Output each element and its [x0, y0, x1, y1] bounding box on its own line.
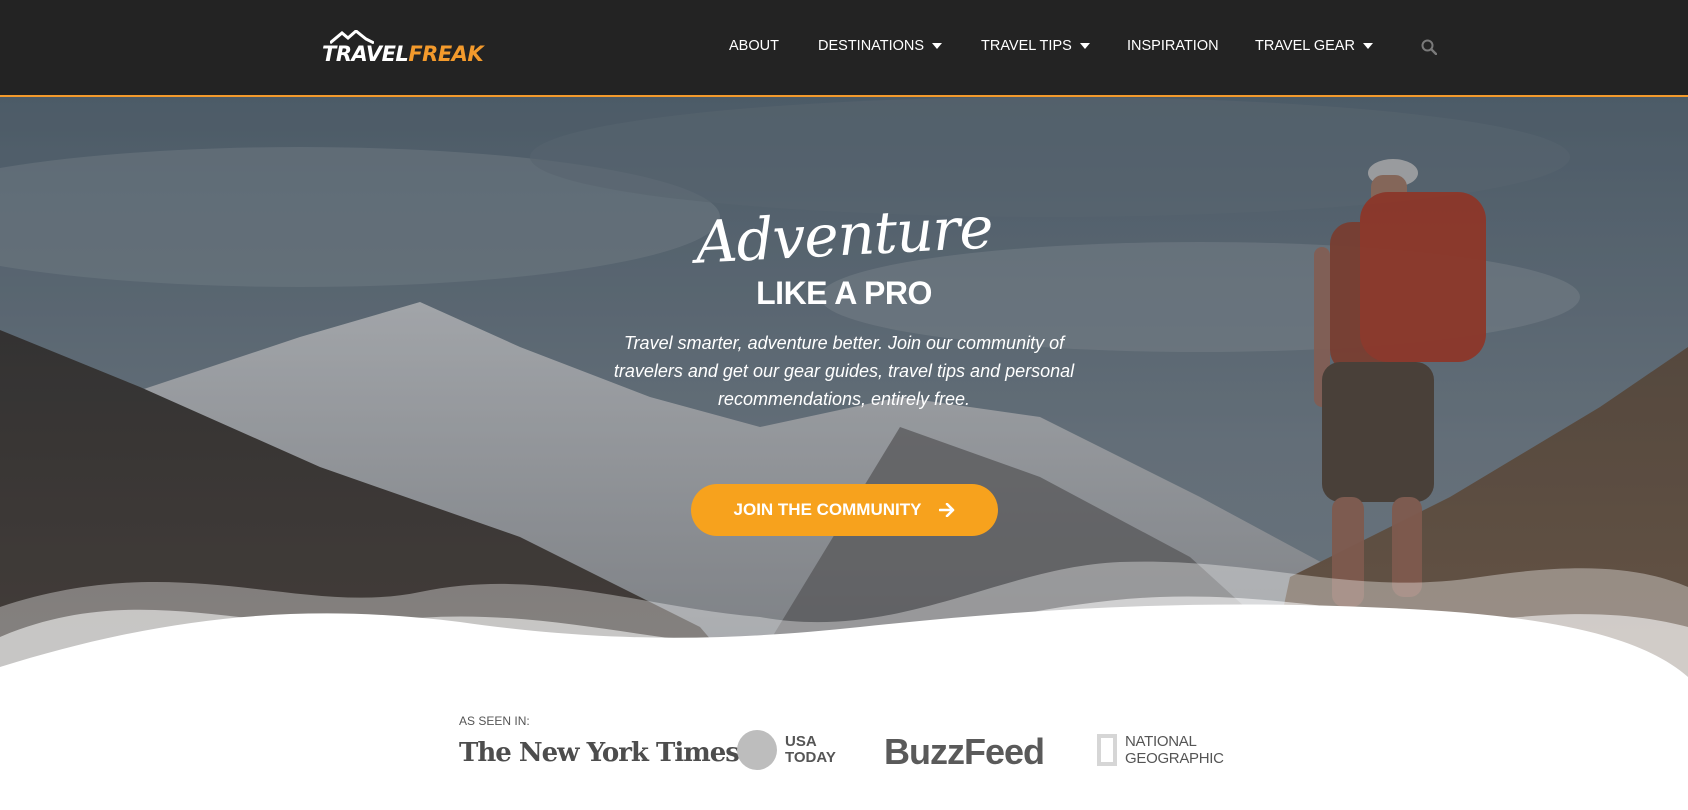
usa-today-line1: USA: [785, 733, 817, 750]
nav-inspiration[interactable]: INSPIRATION: [1127, 38, 1219, 54]
nav-about[interactable]: ABOUT: [729, 38, 779, 54]
logo-text: TRAVELFREAK: [322, 42, 484, 66]
site-logo[interactable]: TRAVELFREAK: [322, 30, 484, 70]
nav-destinations-label: DESTINATIONS: [818, 38, 925, 54]
hero-section: Adventure LIKE A PRO Travel smarter, adv…: [0, 97, 1688, 810]
as-seen-in-label: AS SEEN IN:: [459, 714, 530, 728]
nav-inspiration-label: INSPIRATION: [1127, 38, 1219, 54]
nav-travel-gear-label: TRAVEL GEAR: [1255, 38, 1355, 54]
usa-today-line2: TODAY: [785, 749, 836, 766]
natgeo-frame-icon: [1097, 734, 1117, 766]
usa-today-circle-icon: [737, 730, 777, 770]
natgeo-line2: GEOGRAPHIC: [1125, 750, 1224, 767]
usa-today-text: USA TODAY: [785, 734, 836, 766]
buzzfeed-logo: BuzzFeed: [884, 731, 1045, 772]
logo-text-freak: FREAK: [408, 42, 484, 66]
join-community-button[interactable]: JOIN THE COMMUNITY: [691, 484, 998, 536]
usa-today-logo: USA TODAY: [737, 726, 836, 774]
hero-subtitle: LIKE A PRO: [756, 275, 932, 311]
nav-about-label: ABOUT: [729, 38, 779, 54]
hero-description: Travel smarter, adventure better. Join o…: [613, 333, 1075, 409]
nav-destinations[interactable]: DESTINATIONS: [818, 38, 943, 54]
caret-down-icon: [932, 43, 943, 49]
caret-down-icon: [1079, 43, 1090, 49]
nav-travel-tips[interactable]: TRAVEL TIPS: [981, 38, 1090, 54]
arrow-right-icon: [939, 503, 955, 517]
nav-travel-gear[interactable]: TRAVEL GEAR: [1255, 38, 1373, 54]
caret-down-icon: [1362, 43, 1373, 49]
nyt-logo: The New York Times: [459, 738, 740, 768]
natgeo-logo: NATIONAL GEOGRAPHIC: [1097, 726, 1224, 774]
natgeo-line1: NATIONAL: [1125, 733, 1197, 750]
nav-travel-tips-label: TRAVEL TIPS: [981, 38, 1072, 54]
site-header: TRAVELFREAK ABOUT DESTINATIONS TRAVEL TI…: [0, 0, 1688, 97]
logo-text-travel: TRAVEL: [322, 42, 409, 66]
search-icon[interactable]: [1421, 39, 1437, 55]
join-community-label: JOIN THE COMMUNITY: [733, 500, 922, 519]
natgeo-text: NATIONAL GEOGRAPHIC: [1125, 733, 1224, 767]
